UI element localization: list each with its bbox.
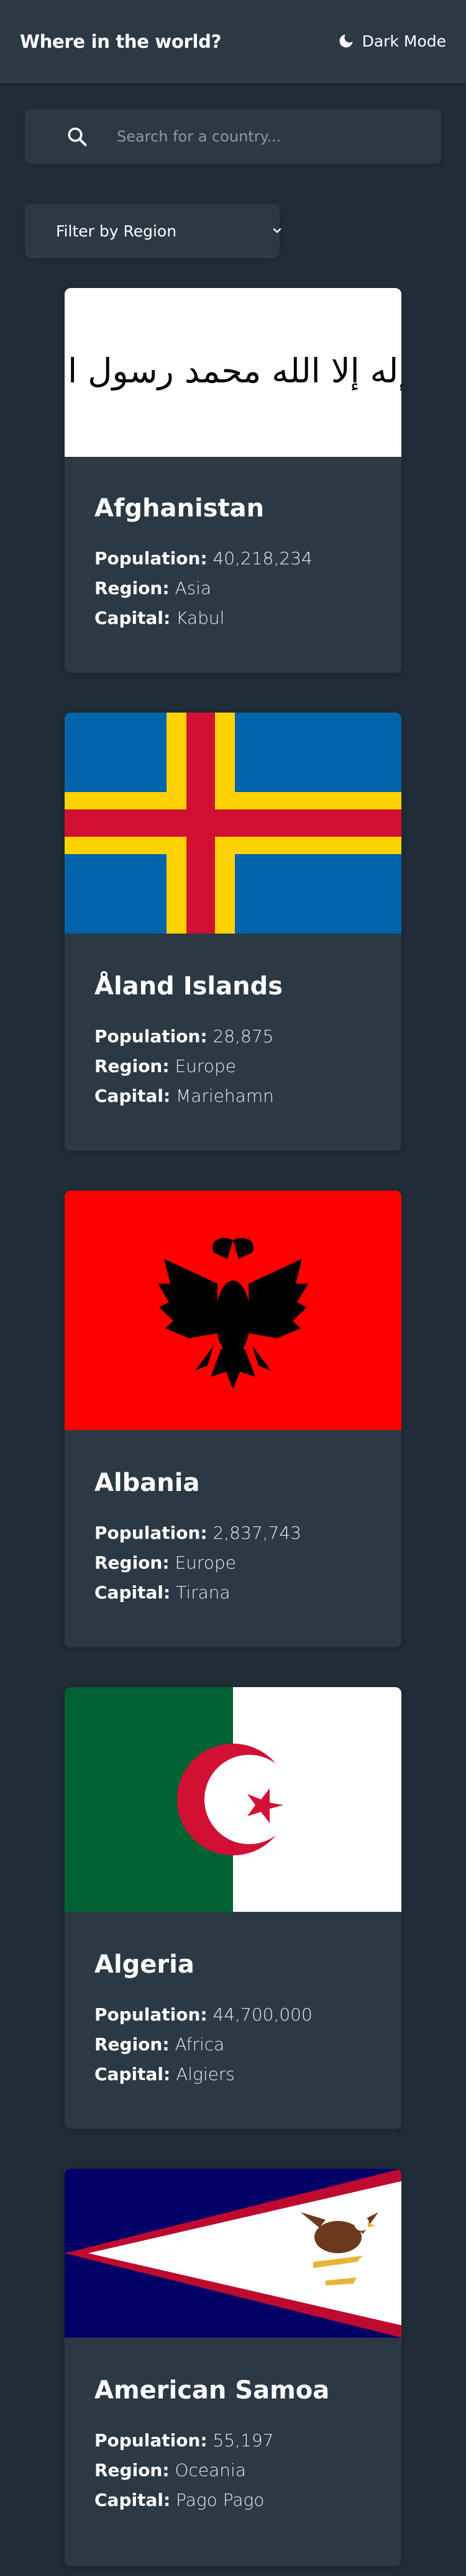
region-row: Region: Europe: [94, 1552, 236, 1573]
population-value: 40,218,234: [212, 548, 313, 569]
country-name: Albania: [94, 1469, 200, 1497]
country-card[interactable]: لا إله إلا الله محمد رسول الله Afghanist…: [65, 288, 401, 673]
capital-row: Capital: Tirana: [94, 1582, 231, 1603]
population-value: 44,700,000: [212, 2004, 313, 2025]
aland-islands-flag: [65, 713, 401, 934]
region-value: Europe: [175, 1056, 236, 1076]
capital-value: Tirana: [176, 1582, 231, 1603]
region-row: Region: Oceania: [94, 2460, 246, 2480]
population-value: 28,875: [212, 1026, 274, 1047]
population-row: Population: 2,837,743: [94, 1523, 301, 1543]
region-row: Region: Africa: [94, 2034, 225, 2055]
dark-mode-toggle[interactable]: Dark Mode: [337, 30, 446, 52]
capital-row: Capital: Algiers: [94, 2064, 235, 2084]
capital-value: Algiers: [176, 2064, 235, 2084]
region-filter-dropdown[interactable]: Filter by Region: [25, 204, 281, 258]
population-row: Population: 44,700,000: [94, 2004, 313, 2025]
region-value: Europe: [175, 1552, 236, 1573]
search-input[interactable]: [117, 109, 427, 164]
population-row: Population: 28,875: [94, 1026, 274, 1047]
algeria-flag: [65, 1687, 401, 1912]
capital-row: Capital: Mariehamn: [94, 1086, 274, 1106]
region-row: Region: Asia: [94, 578, 212, 598]
country-card[interactable]: Åland Islands Population: 28,875 Region:…: [65, 713, 401, 1151]
region-value: Africa: [175, 2034, 225, 2055]
american-samoa-flag: [65, 2169, 401, 2338]
capital-value: Mariehamn: [176, 1086, 274, 1106]
search-bar[interactable]: [25, 109, 441, 164]
country-name: Afghanistan: [94, 494, 265, 523]
region-filter-label: Filter by Region: [56, 222, 177, 240]
capital-value: Pago Pago: [176, 2490, 265, 2510]
population-value: 2,837,743: [212, 1523, 301, 1543]
country-name: Åland Islands: [94, 972, 283, 1001]
country-card[interactable]: Albania Population: 2,837,743 Region: Eu…: [65, 1191, 401, 1647]
moon-icon: [339, 34, 353, 48]
country-card[interactable]: American Samoa Population: 55,197 Region…: [65, 2169, 401, 2566]
search-icon: [68, 127, 87, 146]
country-name: American Samoa: [94, 2376, 330, 2405]
country-card[interactable]: Algeria Population: 44,700,000 Region: A…: [65, 1687, 401, 2129]
region-value: Asia: [175, 578, 212, 598]
region-row: Region: Europe: [94, 1056, 236, 1076]
capital-row: Capital: Pago Pago: [94, 2490, 265, 2510]
app-title: Where in the world?: [20, 31, 222, 52]
capital-row: Capital: Kabul: [94, 608, 225, 628]
app-header: Where in the world? Dark Mode: [0, 0, 466, 83]
afghanistan-flag: لا إله إلا الله محمد رسول الله: [65, 288, 401, 457]
region-value: Oceania: [175, 2460, 246, 2480]
population-row: Population: 55,197: [94, 2430, 274, 2451]
population-value: 55,197: [212, 2430, 274, 2451]
country-name: Algeria: [94, 1950, 194, 1979]
dark-mode-label: Dark Mode: [362, 32, 446, 50]
capital-value: Kabul: [176, 608, 225, 628]
shahada-text: لا إله إلا الله محمد رسول الله: [65, 351, 401, 390]
population-row: Population: 40,218,234: [94, 548, 313, 569]
chevron-down-icon: [273, 228, 281, 233]
albania-flag: [65, 1191, 401, 1430]
